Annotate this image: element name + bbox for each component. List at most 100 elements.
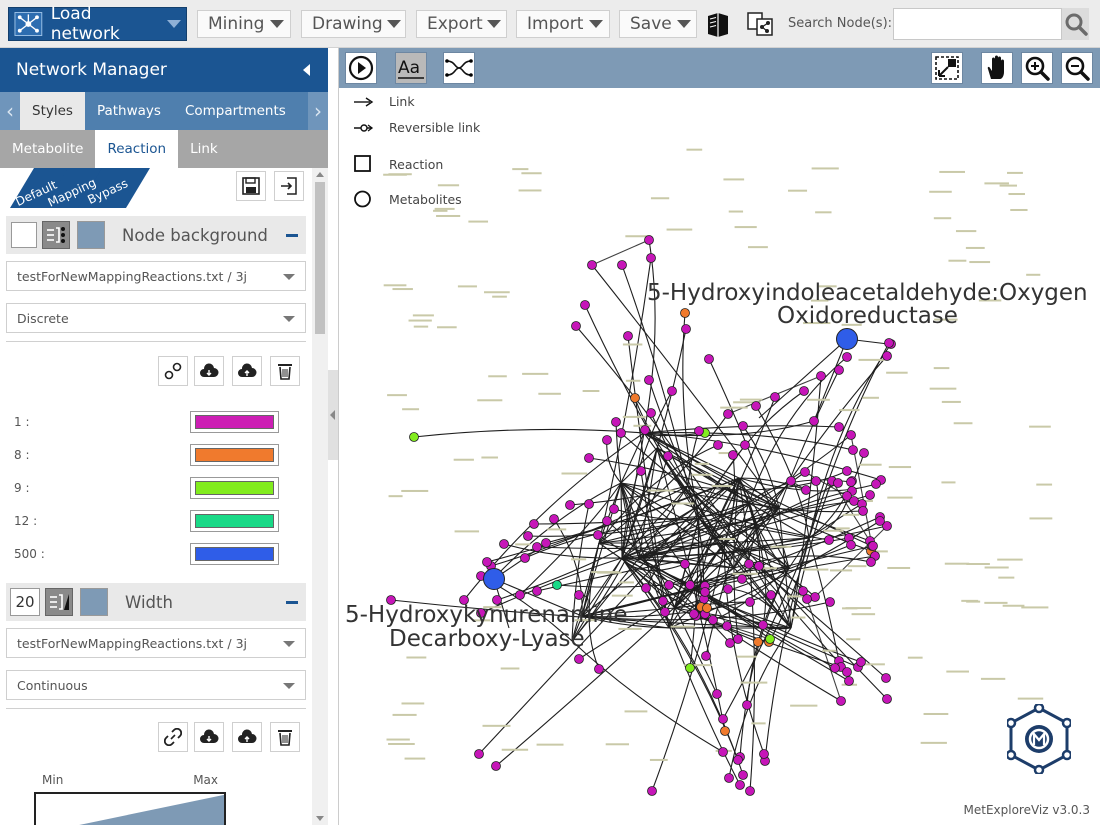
metabolite-node[interactable]	[515, 590, 525, 600]
metabolite-node[interactable]	[733, 755, 743, 765]
scroll-down-icon[interactable]	[316, 816, 324, 821]
reaction-node[interactable]	[736, 655, 757, 658]
reaction-node[interactable]	[406, 656, 427, 659]
reaction-node[interactable]	[941, 481, 956, 484]
metabolite-node[interactable]	[680, 559, 690, 569]
reaction-node[interactable]	[515, 543, 531, 546]
metabolite-node[interactable]	[593, 530, 603, 540]
metabolite-node[interactable]	[584, 499, 594, 509]
metabolite-node[interactable]	[825, 597, 835, 607]
reaction-node[interactable]	[647, 489, 674, 492]
metabolite-node[interactable]	[594, 664, 604, 674]
reaction-node[interactable]	[412, 314, 434, 317]
mapping-toggle-button[interactable]	[42, 221, 70, 249]
width-mapping-toggle-button[interactable]	[45, 588, 73, 616]
metabolite-node[interactable]	[786, 476, 796, 486]
scroll-up-icon[interactable]	[316, 172, 324, 177]
reaction-node[interactable]	[1021, 606, 1049, 609]
reaction-node[interactable]	[387, 394, 407, 397]
reaction-node[interactable]	[929, 387, 957, 390]
reaction-node[interactable]	[547, 528, 567, 531]
metabolite-node[interactable]	[409, 432, 419, 442]
tab-compartments[interactable]: Compartments	[173, 92, 298, 130]
reaction-node[interactable]	[625, 379, 641, 382]
collapse-left-icon[interactable]	[303, 64, 310, 76]
mapping-color-picker[interactable]	[190, 477, 279, 499]
reaction-node[interactable]	[747, 246, 768, 249]
load-network-button[interactable]: Load network	[8, 4, 187, 44]
metabolite-node[interactable]	[574, 590, 584, 600]
reaction-node[interactable]	[383, 284, 407, 287]
metabolite-node[interactable]	[842, 352, 852, 362]
metabolite-node[interactable]	[759, 749, 769, 759]
reaction-node[interactable]	[955, 230, 977, 233]
metabolite-node[interactable]	[482, 557, 492, 567]
collapse-section-icon[interactable]	[286, 600, 298, 604]
export-menu-button[interactable]: Export	[416, 10, 507, 38]
metabolite-node[interactable]	[801, 485, 811, 495]
reaction-node[interactable]	[392, 288, 413, 291]
metabolite-node[interactable]	[571, 321, 581, 331]
metabolite-node[interactable]	[609, 504, 619, 514]
reaction-node[interactable]	[694, 462, 710, 465]
reaction-node[interactable]	[388, 742, 415, 745]
reaction-node[interactable]	[887, 566, 911, 569]
reaction-node[interactable]	[408, 319, 432, 322]
metabolite-node[interactable]	[798, 586, 808, 596]
metabolite-node[interactable]	[694, 426, 704, 436]
metabolite-node[interactable]	[712, 689, 722, 699]
metabolite-node[interactable]	[733, 634, 743, 644]
metabolite-node[interactable]	[738, 770, 748, 780]
reaction-node[interactable]	[477, 399, 503, 402]
reaction-node[interactable]	[851, 613, 876, 616]
reaction-node[interactable]	[582, 390, 600, 393]
metabolite-node[interactable]	[646, 408, 656, 418]
reaction-node[interactable]	[518, 189, 542, 192]
metabolite-node[interactable]	[742, 700, 752, 710]
search-button[interactable]	[1061, 8, 1089, 40]
width-color-swatch[interactable]	[80, 588, 108, 616]
subtab-metabolite[interactable]: Metabolite	[0, 130, 95, 168]
reaction-node[interactable]	[788, 189, 808, 192]
metabolite-node[interactable]	[868, 541, 878, 551]
reaction-node[interactable]	[1036, 483, 1053, 486]
subtab-reaction[interactable]: Reaction	[95, 130, 179, 168]
width-link-button[interactable]	[158, 722, 188, 752]
metabolite-node[interactable]	[552, 580, 562, 590]
metabolite-node[interactable]	[617, 260, 627, 270]
metabolite-node[interactable]	[836, 696, 846, 706]
reaction-node[interactable]	[1029, 425, 1051, 428]
metabolite-node[interactable]	[753, 637, 763, 647]
reaction-node[interactable]	[815, 211, 832, 214]
metabolite-node[interactable]	[644, 375, 654, 385]
highlighted-reaction-node[interactable]	[836, 328, 858, 350]
metabolite-node[interactable]	[541, 538, 551, 548]
reaction-node[interactable]	[1002, 604, 1025, 607]
metabolite-node[interactable]	[611, 417, 621, 427]
reaction-node[interactable]	[865, 663, 885, 666]
metabolite-node[interactable]	[723, 409, 733, 419]
width-mode-select[interactable]: Continuous	[6, 670, 306, 700]
reaction-node[interactable]	[946, 670, 969, 673]
metabolite-node[interactable]	[532, 586, 542, 596]
reaction-node[interactable]	[734, 226, 757, 229]
metabolite-node[interactable]	[647, 786, 657, 796]
metabolite-node[interactable]	[663, 451, 673, 461]
reaction-node[interactable]	[561, 472, 588, 475]
metabolite-node[interactable]	[800, 467, 810, 477]
metabolite-node[interactable]	[882, 694, 892, 704]
metabolite-node[interactable]	[765, 634, 775, 644]
tab-scroll-left[interactable]: ‹	[0, 92, 20, 130]
zoom-in-button[interactable]	[1021, 52, 1053, 84]
metabolite-node[interactable]	[740, 440, 750, 450]
reaction-node[interactable]	[732, 572, 758, 575]
reaction-node[interactable]	[624, 710, 648, 713]
reaction-node[interactable]	[728, 210, 744, 213]
metabolite-node[interactable]	[704, 354, 714, 364]
reaction-node[interactable]	[929, 190, 952, 193]
reaction-node[interactable]	[907, 656, 923, 659]
metabolite-node[interactable]	[724, 773, 734, 783]
reaction-node[interactable]	[481, 456, 498, 459]
metabolite-node[interactable]	[751, 401, 761, 411]
metabolite-node[interactable]	[646, 253, 656, 263]
